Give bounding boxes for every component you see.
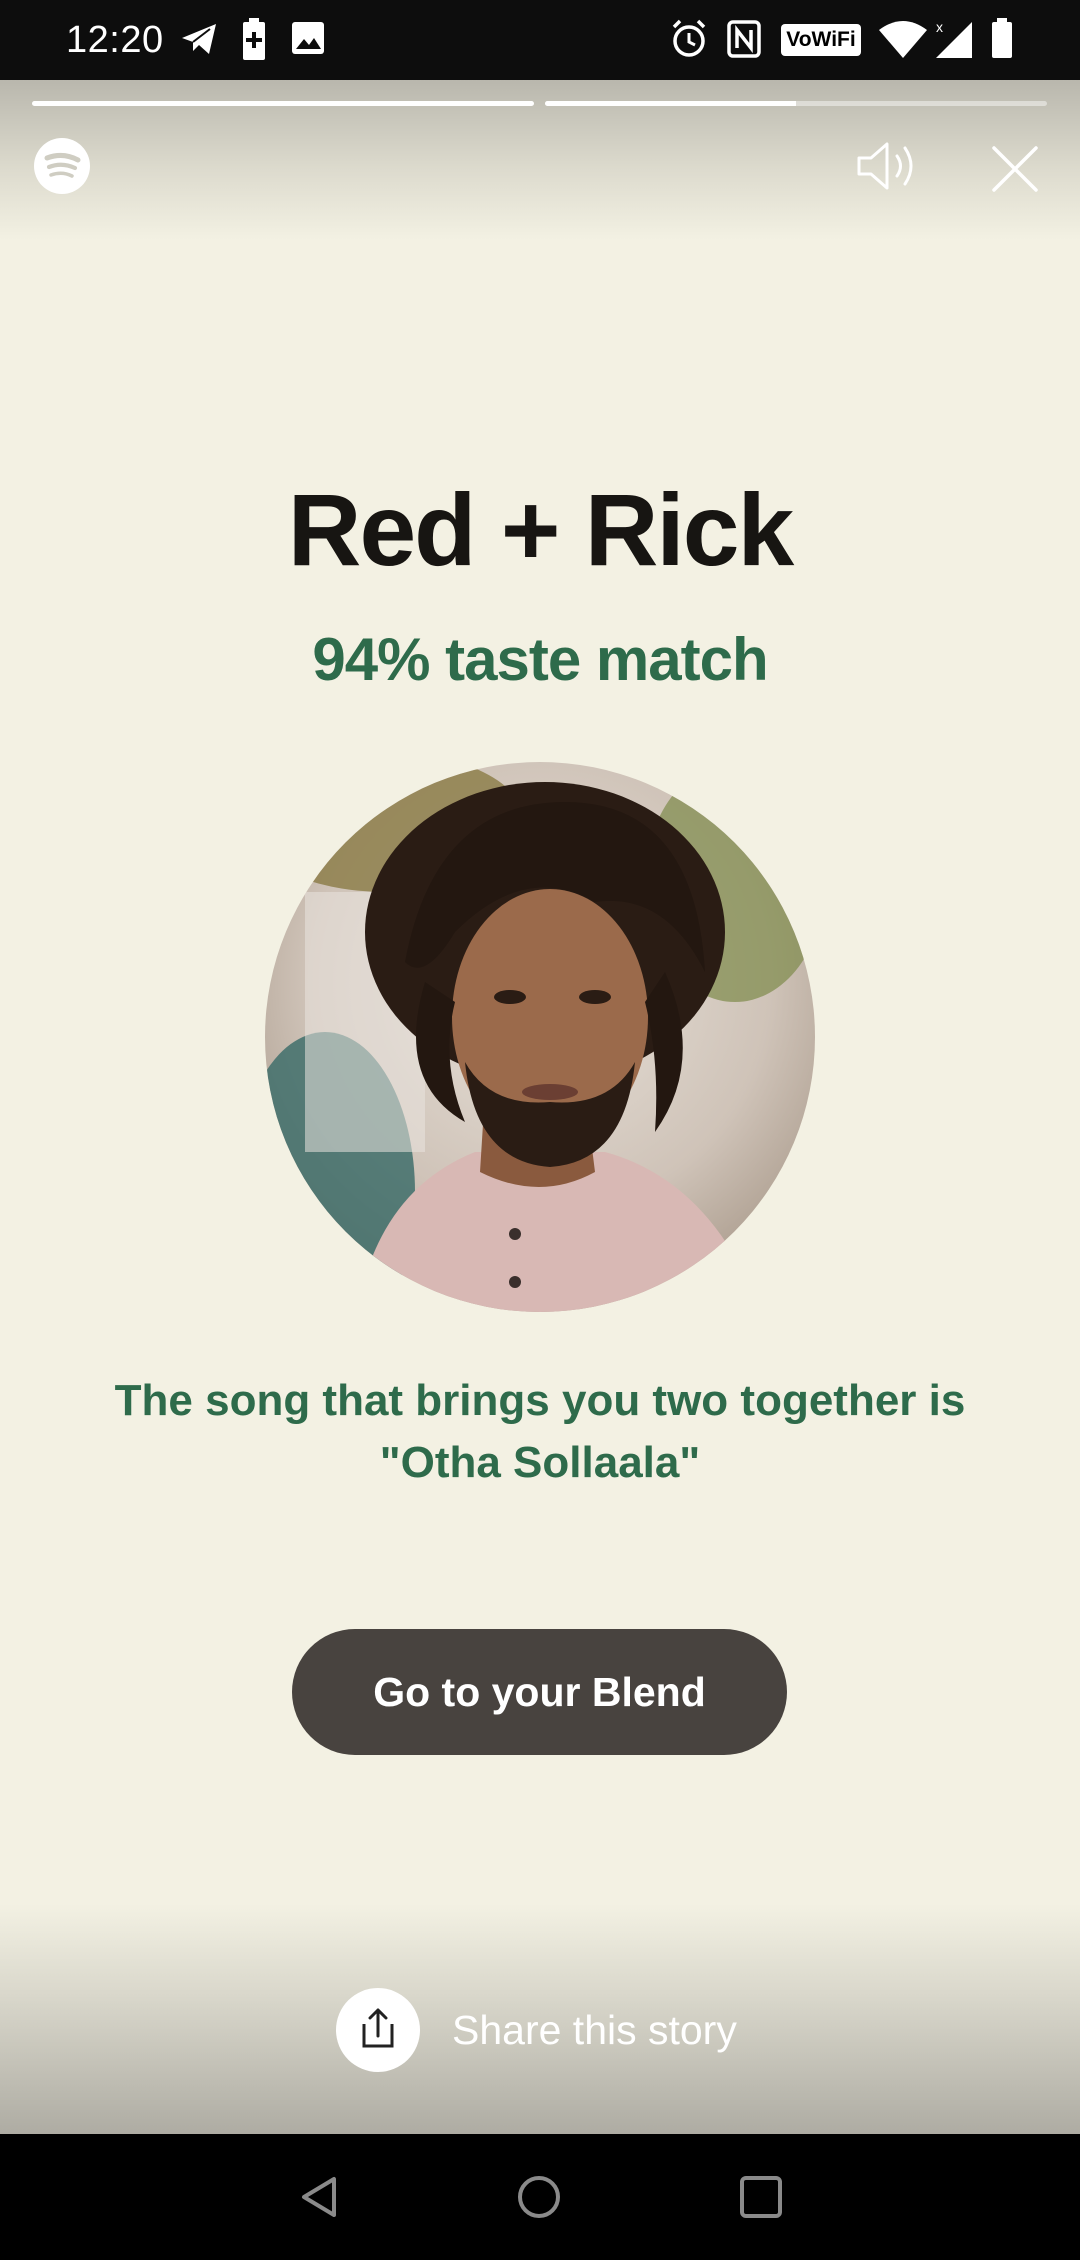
share-icon	[362, 2008, 394, 2048]
back-icon[interactable]	[296, 2174, 342, 2220]
status-time: 12:20	[66, 19, 164, 61]
battery-icon	[992, 18, 1012, 58]
alarm-icon	[672, 19, 706, 57]
screen: 12:20 VoWiFi x Red + Rick 94% taste matc…	[0, 0, 1080, 2260]
svg-text:x: x	[936, 19, 943, 35]
close-icon[interactable]	[990, 144, 1040, 194]
go-to-blend-button[interactable]: Go to your Blend	[292, 1629, 787, 1755]
taste-match: 94% taste match	[312, 626, 768, 693]
telegram-icon	[182, 24, 216, 54]
wifi-icon	[879, 21, 927, 58]
recents-icon[interactable]	[738, 2174, 784, 2220]
share-story-link[interactable]: Share this story	[452, 2002, 737, 2058]
spotify-logo-icon	[34, 138, 90, 194]
home-icon[interactable]	[516, 2174, 562, 2220]
artist-photo	[265, 762, 815, 1312]
story-progress-2-fill	[545, 101, 796, 106]
share-button[interactable]	[336, 1988, 420, 2072]
nfc-icon	[727, 20, 761, 58]
story-progress-2	[545, 101, 1047, 106]
speaker-icon[interactable]	[855, 138, 925, 194]
signal-icon: x	[936, 19, 972, 58]
vowifi-badge: VoWiFi	[781, 24, 861, 56]
story-progress-1	[32, 101, 534, 106]
song-match-text: The song that brings you two together is…	[114, 1376, 966, 1487]
status-bar: 12:20 VoWiFi x	[0, 0, 1080, 80]
image-icon	[292, 22, 324, 54]
blend-title: Red + Rick	[287, 473, 794, 587]
story-progress-1-fill	[32, 101, 534, 106]
story-card[interactable]: Red + Rick 94% taste match The song that…	[0, 80, 1080, 2134]
navigation-bar	[0, 2134, 1080, 2260]
battery-saver-icon	[243, 18, 265, 60]
